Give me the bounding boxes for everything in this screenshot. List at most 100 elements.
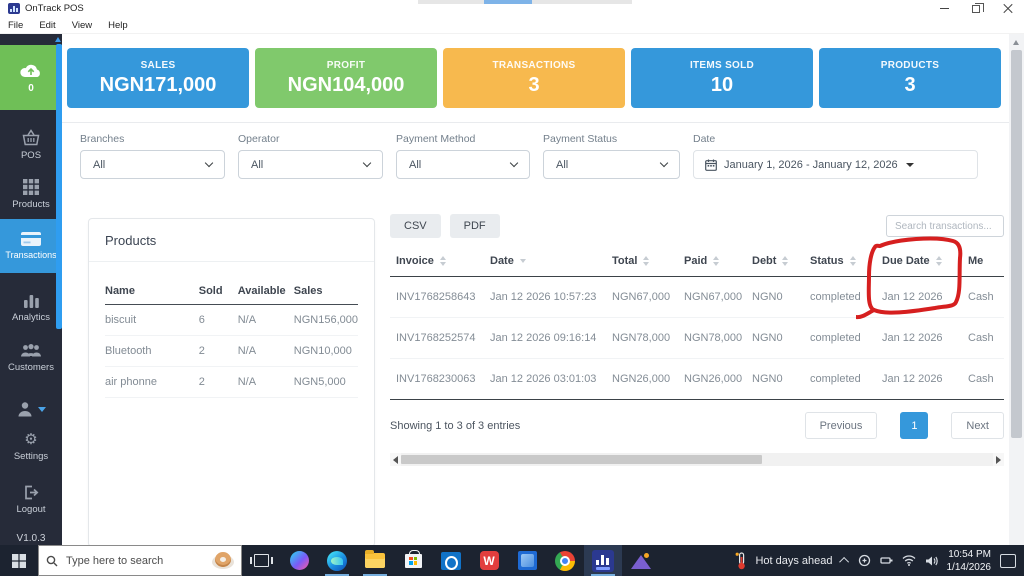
select-value: All: [251, 158, 264, 171]
taskbar-search-box[interactable]: Type here to search: [38, 545, 242, 576]
sidebar-item-logout[interactable]: Logout: [0, 482, 62, 518]
minimize-icon: [939, 8, 949, 9]
select-value: All: [556, 158, 569, 171]
taskbar-wps-office[interactable]: W: [470, 545, 508, 576]
photos-icon: [517, 551, 537, 570]
taskbar-file-explorer[interactable]: [356, 545, 394, 576]
task-view-button[interactable]: [242, 545, 280, 576]
tray-sync-icon[interactable]: [858, 554, 871, 567]
transaction-row[interactable]: INV1768230063 Jan 12 2026 03:01:03 NGN26,…: [390, 358, 1004, 400]
filter-label: Payment Status: [543, 133, 618, 145]
vertical-scrollbar[interactable]: [1009, 34, 1024, 545]
filter-label: Branches: [80, 133, 125, 145]
sidebar-item-products[interactable]: Products: [0, 175, 62, 213]
menu-help[interactable]: Help: [100, 20, 136, 31]
horizontal-scrollbar[interactable]: [390, 453, 1004, 466]
taskbar-outlook[interactable]: [432, 545, 470, 576]
col-header-due-date[interactable]: Due Date: [876, 246, 962, 277]
scroll-left-arrow-icon[interactable]: [393, 455, 398, 464]
filter-payment-method: Payment Method All: [396, 133, 530, 179]
transactions-toolbar: CSV PDF: [390, 214, 1004, 238]
sidebar-item-label: POS: [20, 150, 42, 161]
window-title: OnTrack POS: [25, 3, 84, 14]
close-button[interactable]: [992, 0, 1024, 17]
col-header-date[interactable]: Date: [484, 246, 606, 277]
sidebar-item-pos[interactable]: POS: [0, 125, 62, 165]
sidebar-item-sync[interactable]: 0: [0, 45, 62, 110]
taskbar-clock[interactable]: 10:54 PM 1/14/2026: [947, 548, 992, 574]
csv-export-button[interactable]: CSV: [390, 214, 441, 238]
date-range-picker[interactable]: January 1, 2026 - January 12, 2026: [693, 150, 978, 179]
scroll-up-arrow-icon[interactable]: [1013, 40, 1019, 45]
store-icon: [404, 549, 422, 568]
start-button[interactable]: [0, 545, 38, 576]
sidebar-item-label: Products: [12, 198, 50, 210]
taskbar-mountain-app[interactable]: [622, 545, 660, 576]
filter-payment-status: Payment Status All: [543, 133, 680, 179]
transaction-row[interactable]: INV1768252574 Jan 12 2026 09:16:14 NGN78,…: [390, 317, 1004, 359]
product-row[interactable]: air phonne 2 N/A NGN5,000: [105, 366, 358, 398]
taskbar-copilot[interactable]: [280, 545, 318, 576]
taskbar-photos[interactable]: [508, 545, 546, 576]
restore-button[interactable]: [960, 0, 992, 17]
sidebar-item-analytics[interactable]: Analytics: [0, 289, 62, 327]
col-header-invoice[interactable]: Invoice: [390, 246, 484, 277]
product-row[interactable]: biscuit 6 N/A NGN156,000: [105, 304, 358, 336]
scrollbar-thumb[interactable]: [401, 455, 763, 464]
tray-volume-icon[interactable]: [925, 555, 938, 567]
col-header-debt[interactable]: Debt: [746, 246, 804, 277]
app-window: 0 POS Products Transactions Analytics Cu…: [0, 34, 1024, 545]
tray-overflow-chevron-icon[interactable]: [838, 556, 849, 567]
bing-daily-icon[interactable]: [212, 551, 234, 571]
scroll-right-arrow-icon[interactable]: [996, 455, 1001, 464]
vertical-scrollbar-thumb[interactable]: [1011, 50, 1022, 438]
minimize-button[interactable]: [928, 0, 960, 17]
payment-status-select[interactable]: All: [543, 150, 680, 179]
stat-card-items-sold: ITEMS SOLD 10: [631, 48, 813, 108]
users-icon: [21, 344, 41, 357]
sidebar-item-transactions[interactable]: Transactions: [0, 219, 62, 273]
taskbar-chrome[interactable]: [546, 545, 584, 576]
taskbar-tray: Hot days ahead 10:54 PM 1/14/2026: [735, 548, 1024, 574]
action-center-icon[interactable]: [1000, 553, 1016, 568]
taskbar-ontrack-pos[interactable]: [584, 545, 622, 576]
copilot-icon: [289, 551, 309, 570]
menu-file[interactable]: File: [0, 20, 31, 31]
weather-text[interactable]: Hot days ahead: [755, 555, 832, 567]
stat-label: SALES: [140, 59, 176, 71]
sidebar-item-customers[interactable]: Customers: [0, 337, 62, 379]
taskbar-edge[interactable]: [318, 545, 356, 576]
scrollbar-track[interactable]: [401, 453, 993, 466]
page-1-button[interactable]: 1: [900, 412, 929, 439]
sidebar-scrollbar[interactable]: [55, 34, 62, 545]
sidebar-user-menu[interactable]: [0, 396, 62, 422]
pdf-export-button[interactable]: PDF: [449, 214, 500, 238]
sort-icon: [849, 256, 856, 267]
previous-page-button[interactable]: Previous: [804, 412, 878, 439]
menu-view[interactable]: View: [64, 20, 100, 31]
top-scrollbar-thumb[interactable]: [484, 0, 532, 4]
tray-wifi-icon[interactable]: [902, 555, 916, 566]
chrome-icon: [555, 550, 575, 571]
tray-pen-icon[interactable]: [879, 555, 893, 566]
payment-method-select[interactable]: All: [396, 150, 530, 179]
cloud-upload-icon: [20, 64, 40, 77]
taskbar-microsoft-store[interactable]: [394, 545, 432, 576]
next-page-button[interactable]: Next: [951, 412, 1004, 439]
sidebar-item-settings[interactable]: Settings: [0, 430, 62, 464]
outlook-icon: [441, 551, 461, 570]
transaction-row[interactable]: INV1768258643 Jan 12 2026 10:57:23 NGN67,…: [390, 276, 1004, 318]
search-transactions-input[interactable]: [886, 215, 1004, 237]
app-logo-icon: [8, 3, 20, 14]
top-horizontal-scrollbar[interactable]: [418, 0, 632, 4]
operator-select[interactable]: All: [238, 150, 383, 179]
scroll-up-arrow-icon[interactable]: [55, 37, 61, 42]
branches-select[interactable]: All: [80, 150, 225, 179]
col-header-status[interactable]: Status: [804, 246, 876, 277]
product-row[interactable]: Bluetooth 2 N/A NGN10,000: [105, 335, 358, 367]
stat-value: 3: [904, 73, 916, 96]
col-header-total[interactable]: Total: [606, 246, 678, 277]
menu-edit[interactable]: Edit: [31, 20, 63, 31]
col-header-paid[interactable]: Paid: [678, 246, 746, 277]
col-header-method-clipped[interactable]: Me: [962, 246, 1004, 277]
